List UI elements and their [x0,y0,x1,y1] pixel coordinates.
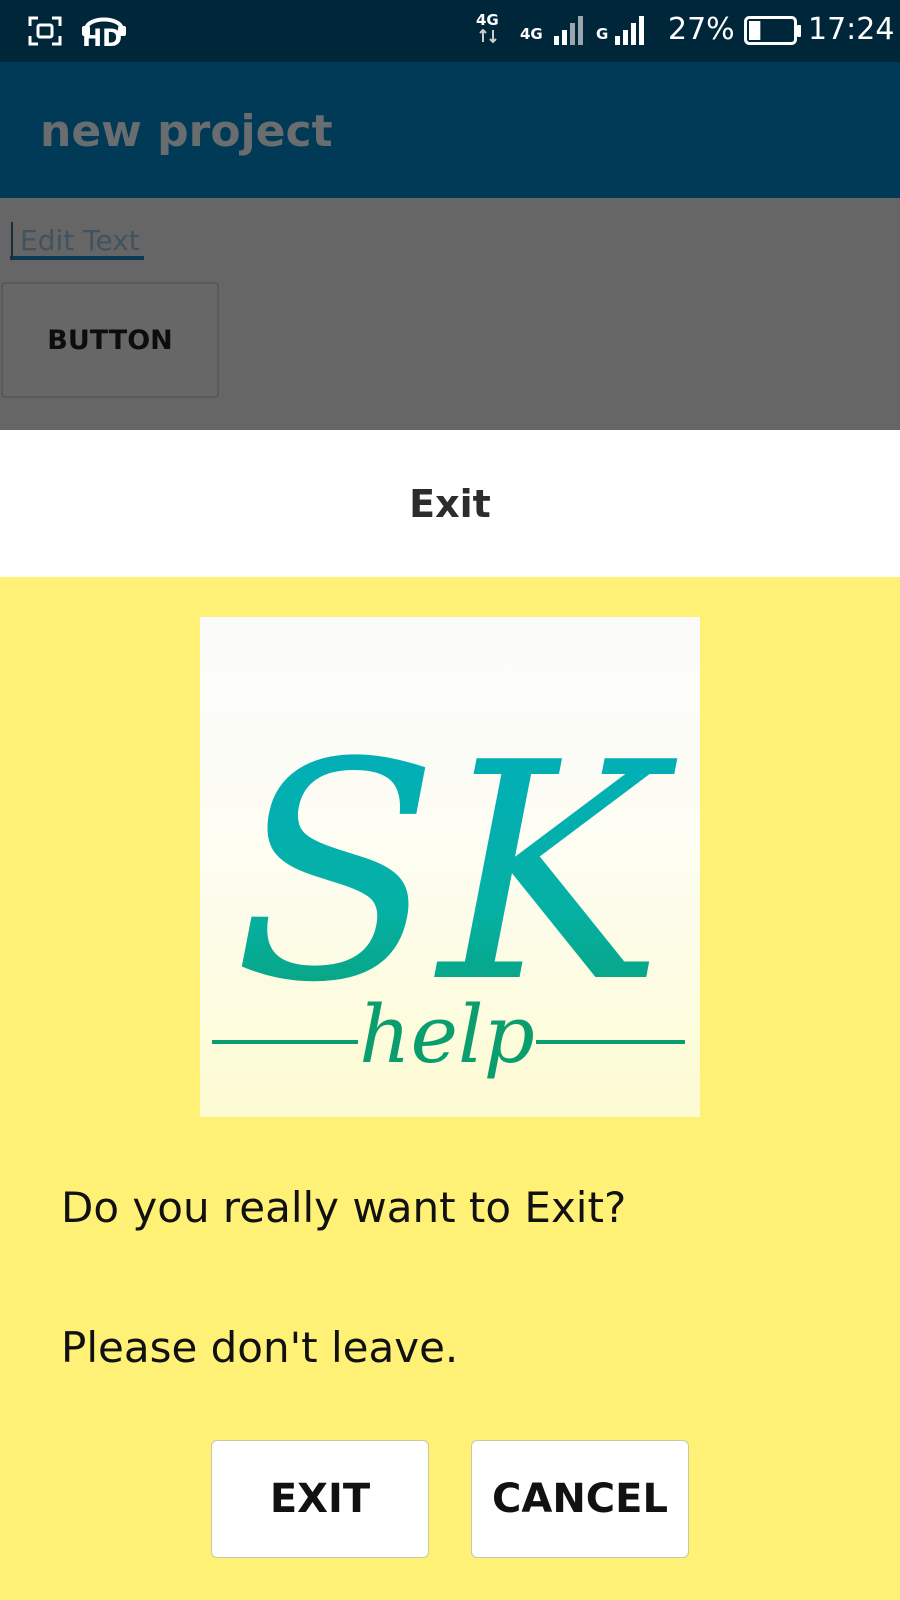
status-bar: HD 4G 4G G 27% 17:24 [0,0,900,62]
sk-help-logo: SK help [200,617,700,1117]
battery-icon [744,16,802,50]
dialog-body: SK help Do you really want to Exit? Plea… [0,577,900,1600]
signal-icon [553,14,591,50]
battery-fill [749,21,761,40]
dialog-message-plea: Please don't leave. [61,1323,459,1372]
cancel-button[interactable]: CANCEL [471,1440,689,1558]
app-title: new project [40,106,333,157]
screenshot-icon [28,16,62,50]
edit-text-field[interactable]: Edit Text [10,222,144,260]
signal-icon-2 [614,14,652,50]
network-arrows-icon [478,28,502,48]
app-bar: new project [0,62,900,198]
battery-percent: 27% [668,12,735,47]
activity-content: Edit Text BUTTON [0,198,900,430]
network-type-2: 4G [520,25,543,43]
hd-voice-icon: HD [80,8,128,56]
logo-graphic: SK help [212,699,685,1081]
dialog-header: Exit [0,430,900,577]
text-caret [11,222,13,260]
activity-button[interactable]: BUTTON [1,282,219,398]
network-type-3: G [596,25,609,43]
dialog-title: Exit [409,482,491,526]
logo-help-text: help [359,988,535,1081]
exit-button[interactable]: EXIT [211,1440,429,1558]
network-type-1: 4G [476,11,499,29]
hd-label: HD [82,24,123,52]
dialog-message-question: Do you really want to Exit? [61,1183,627,1232]
edit-text-hint: Edit Text [20,224,140,257]
status-time: 17:24 [808,12,895,47]
